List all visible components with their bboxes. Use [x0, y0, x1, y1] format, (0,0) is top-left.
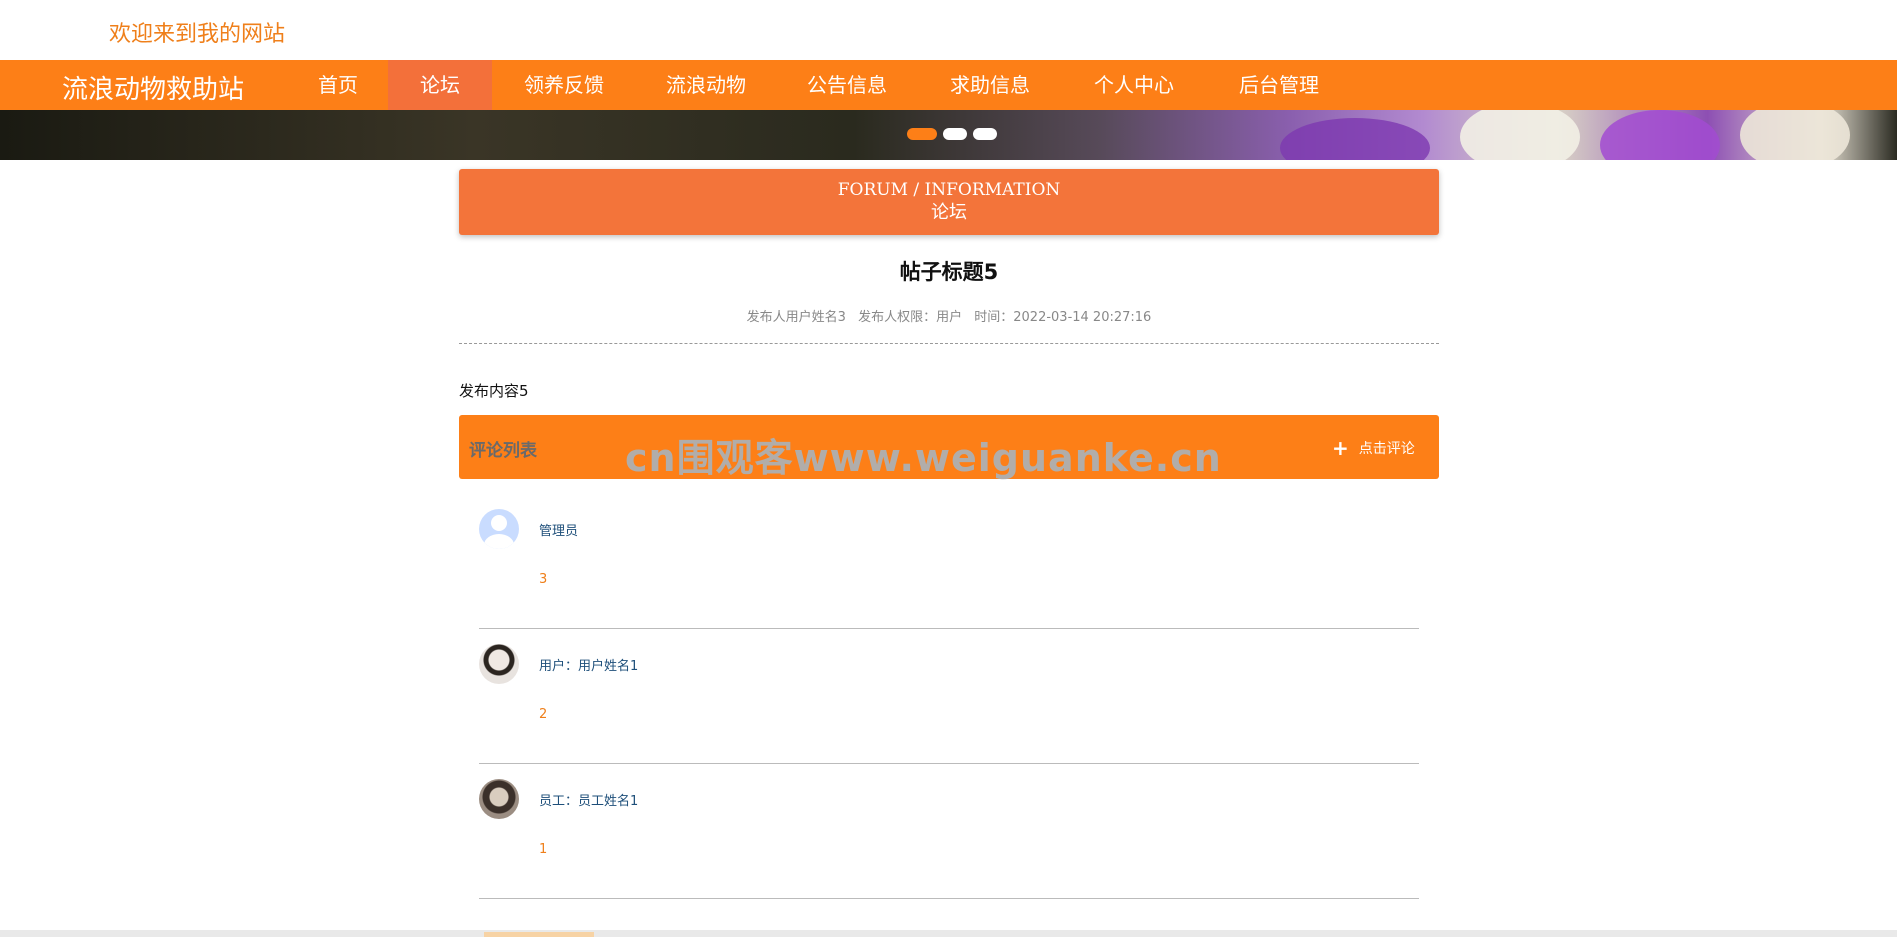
- carousel-dot-3[interactable]: [973, 128, 997, 140]
- banner-image-part: [1460, 110, 1580, 160]
- comment-text: 3: [539, 572, 548, 587]
- nav-item-home[interactable]: 首页: [288, 60, 388, 110]
- post-content: 发布内容5: [459, 382, 529, 400]
- section-title-cn: 论坛: [931, 202, 967, 223]
- nav-menu: 首页 论坛 领养反馈 流浪动物 公告信息 求助信息 个人中心 后台管理: [288, 60, 1352, 110]
- section-header: FORUM / INFORMATION 论坛: [459, 169, 1439, 235]
- post-role: 发布人权限：用户: [858, 310, 963, 325]
- watermark-text: cn围观客www.weiguanke.cn: [625, 436, 1222, 480]
- nav-item-stray-animals[interactable]: 流浪动物: [636, 60, 776, 110]
- banner-image-part: [1740, 110, 1850, 160]
- top-bar: 欢迎来到我的网站: [0, 0, 1897, 60]
- post-author: 发布人用户姓名3: [746, 310, 846, 325]
- nav-item-adoption-feedback[interactable]: 领养反馈: [492, 60, 636, 110]
- divider: [459, 343, 1439, 344]
- welcome-text: 欢迎来到我的网站: [109, 22, 286, 47]
- comment-item: 员工：员工姓名1 1: [479, 764, 1419, 899]
- staff-avatar: [479, 779, 519, 819]
- add-comment-label: 点击评论: [1358, 441, 1415, 457]
- comment-text: 1: [539, 842, 548, 857]
- default-avatar-icon: [479, 509, 519, 549]
- post-meta: 发布人用户姓名3 发布人权限：用户 时间：2022-03-14 20:27:16: [459, 306, 1439, 325]
- section-title-en: FORUM / INFORMATION: [837, 180, 1061, 200]
- comment-author: 管理员: [539, 524, 579, 539]
- post-time: 时间：2022-03-14 20:27:16: [974, 310, 1152, 325]
- comment-item: 管理员 3: [479, 494, 1419, 629]
- banner-carousel: [0, 110, 1897, 160]
- post-title: 帖子标题5: [899, 260, 999, 284]
- comment-author: 员工：员工姓名1: [539, 794, 639, 809]
- nav-item-help-requests[interactable]: 求助信息: [918, 60, 1062, 110]
- comment-item: 用户：用户姓名1 2: [479, 629, 1419, 764]
- nav-item-forum[interactable]: 论坛: [388, 60, 492, 110]
- site-brand[interactable]: 流浪动物救助站: [62, 69, 244, 106]
- comment-author: 用户：用户姓名1: [539, 659, 639, 674]
- carousel-dot-1[interactable]: [907, 128, 937, 140]
- add-comment-button[interactable]: + 点击评论: [1332, 438, 1415, 458]
- banner-image-part: [1600, 110, 1720, 160]
- user-avatar: [479, 644, 519, 684]
- banner-image-part: [1280, 118, 1430, 160]
- comment-list-label: 评论列表: [469, 441, 537, 461]
- comment-list-bar: 评论列表 cn围观客www.weiguanke.cn + 点击评论: [459, 415, 1439, 480]
- carousel-dots: [907, 128, 997, 140]
- plus-icon: +: [1332, 436, 1349, 460]
- main-navbar: 流浪动物救助站 首页 论坛 领养反馈 流浪动物 公告信息 求助信息 个人中心 后…: [0, 60, 1897, 110]
- nav-item-announcements[interactable]: 公告信息: [776, 60, 918, 110]
- comment-text: 2: [539, 707, 548, 722]
- nav-item-personal-center[interactable]: 个人中心: [1062, 60, 1206, 110]
- scrollbar-thumb[interactable]: [484, 932, 594, 937]
- carousel-dot-2[interactable]: [943, 128, 967, 140]
- nav-item-admin[interactable]: 后台管理: [1206, 60, 1352, 110]
- horizontal-scrollbar[interactable]: [0, 930, 1897, 937]
